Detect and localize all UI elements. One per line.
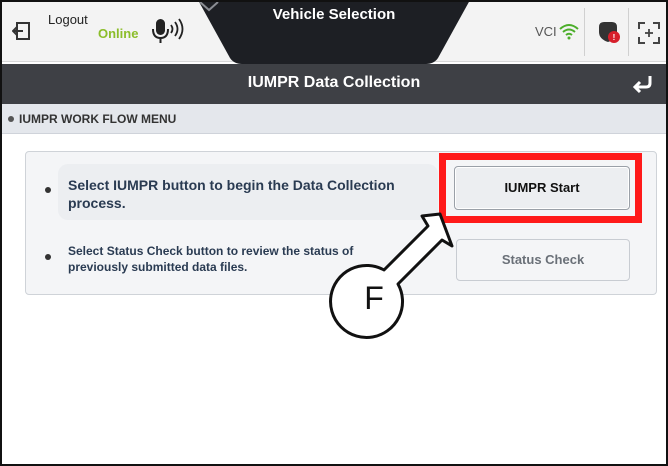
page-title: IUMPR Data Collection xyxy=(247,74,421,91)
divider xyxy=(628,8,629,56)
online-status: Online xyxy=(98,26,139,41)
return-arrow-icon[interactable] xyxy=(630,73,654,95)
title-bar: IUMPR Data Collection xyxy=(2,64,666,104)
divider xyxy=(584,8,585,56)
callout-letter: F xyxy=(364,280,384,316)
section-header: IUMPR WORK FLOW MENU xyxy=(2,104,666,134)
svg-text:!: ! xyxy=(613,33,616,42)
vehicle-selection-tab[interactable]: Vehicle Selection xyxy=(198,0,470,64)
bullet-dot xyxy=(45,187,51,193)
bullet-dot xyxy=(45,254,51,260)
vehicle-selection-label[interactable]: Vehicle Selection xyxy=(198,6,470,23)
section-title: IUMPR WORK FLOW MENU xyxy=(19,112,177,126)
logout-label[interactable]: Logout xyxy=(48,12,88,27)
vci-label: VCI xyxy=(535,24,557,39)
logout-icon[interactable] xyxy=(12,20,34,42)
status-check-button[interactable]: Status Check xyxy=(456,239,630,281)
app-window: Logout Online Vehicle Selection VCI ! IU… xyxy=(0,0,668,466)
callout-arrow-icon xyxy=(329,212,454,339)
wifi-icon xyxy=(559,24,579,40)
status-bar: Logout Online Vehicle Selection VCI ! xyxy=(2,0,666,64)
bullet-dot xyxy=(8,116,14,122)
microphone-icon[interactable] xyxy=(150,16,186,46)
chevron-down-icon[interactable] xyxy=(198,0,220,14)
dtc-icon[interactable]: ! xyxy=(595,19,621,45)
screen-capture-icon[interactable] xyxy=(638,22,660,44)
highlight-box xyxy=(439,153,642,223)
